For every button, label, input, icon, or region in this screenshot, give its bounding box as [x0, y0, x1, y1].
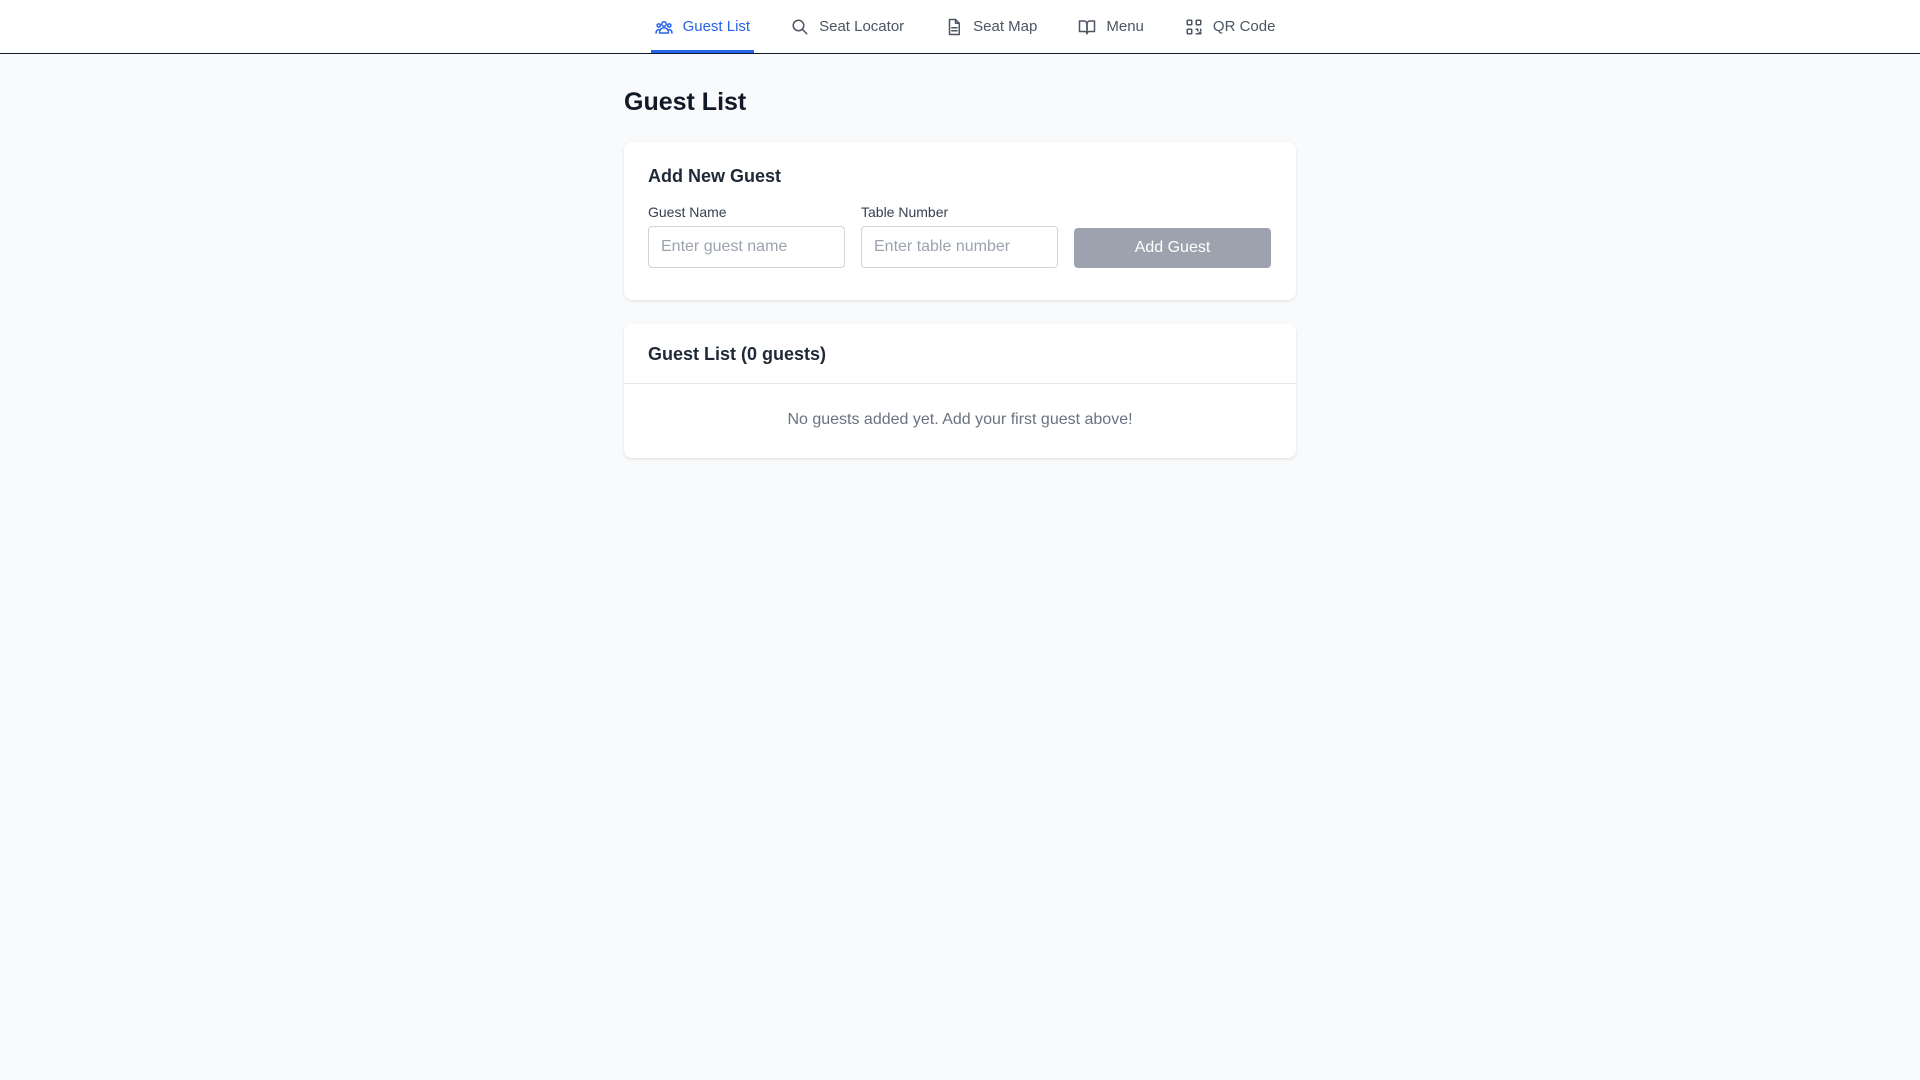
guest-name-field: Guest Name [648, 204, 845, 268]
empty-state-message: No guests added yet. Add your first gues… [787, 411, 1133, 428]
users-icon [654, 18, 673, 36]
guest-list-header: Guest List (0 guests) [624, 324, 1296, 384]
nav-tabs: Guest List Seat Locator Seat Map Menu QR… [650, 0, 1280, 53]
add-guest-title: Add New Guest [648, 166, 782, 186]
qr-code-icon [1185, 18, 1203, 36]
guest-name-label: Guest Name [648, 204, 727, 220]
tab-seat-map[interactable]: Seat Map [941, 0, 1041, 53]
document-icon [945, 18, 963, 36]
search-icon [791, 18, 809, 36]
tab-guest-list[interactable]: Guest List [650, 0, 755, 53]
book-icon [1078, 18, 1096, 36]
table-number-label: Table Number [861, 204, 949, 220]
tab-label: Seat Locator [819, 18, 905, 35]
guest-list-card: Guest List (0 guests) No guests added ye… [624, 324, 1296, 458]
guest-name-input[interactable] [648, 226, 845, 268]
table-number-field: Table Number [861, 204, 1058, 268]
add-guest-button[interactable]: Add Guest [1074, 228, 1271, 268]
tab-qr-code[interactable]: QR Code [1181, 0, 1280, 53]
guest-list-title: Guest List (0 guests) [648, 344, 827, 364]
top-navigation: Guest List Seat Locator Seat Map Menu QR… [0, 0, 1920, 54]
tab-label: Menu [1106, 18, 1144, 35]
tab-seat-locator[interactable]: Seat Locator [787, 0, 908, 53]
tab-label: QR Code [1212, 18, 1276, 35]
add-guest-card: Add New Guest Guest Name Table Number Ad… [624, 142, 1296, 300]
main-content: Guest List Add New Guest Guest Name Tabl… [624, 54, 1296, 458]
tab-menu[interactable]: Menu [1074, 0, 1148, 53]
tab-label: Seat Map [973, 18, 1038, 35]
tab-label: Guest List [682, 18, 751, 35]
table-number-input[interactable] [861, 226, 1058, 268]
page-title: Guest List [624, 88, 747, 116]
add-guest-form: Guest Name Table Number Add Guest [648, 204, 1272, 268]
